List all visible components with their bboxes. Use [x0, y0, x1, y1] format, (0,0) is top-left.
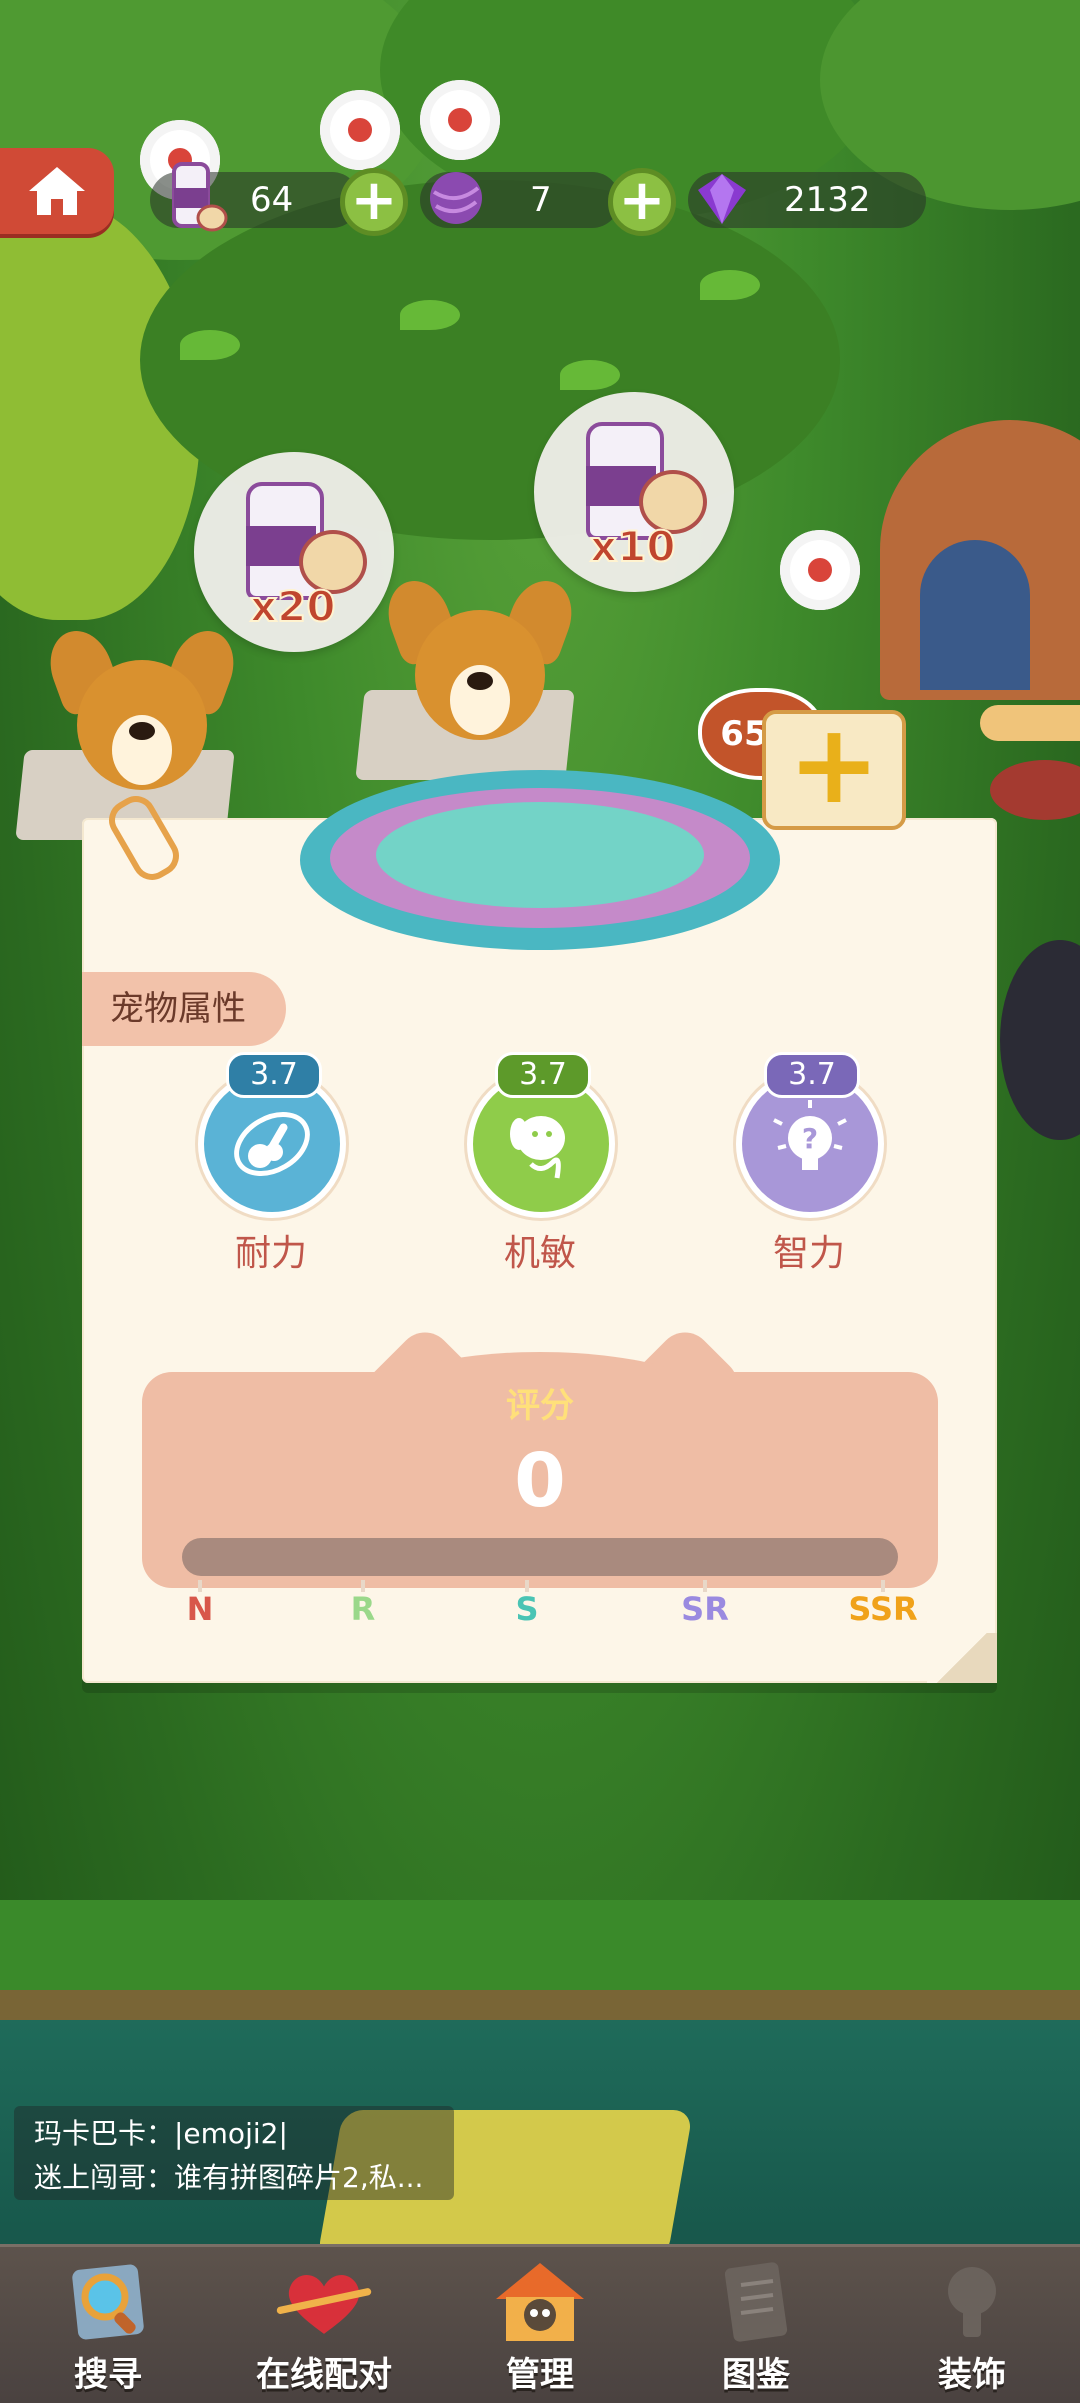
- nav-collection[interactable]: 图鉴: [648, 2247, 864, 2403]
- purple-gem-icon: [690, 166, 758, 246]
- rank-n: N: [186, 1590, 214, 1628]
- page-curl: [927, 1633, 997, 1683]
- milk-bottle-icon: [160, 156, 228, 236]
- decor-icon: [922, 2257, 1022, 2347]
- stat-value: 3.7: [226, 1052, 322, 1098]
- nav-label: 管理: [506, 2355, 574, 2395]
- nav-decor[interactable]: 装饰: [864, 2247, 1080, 2403]
- leaf: [400, 300, 460, 330]
- nav-label: 装饰: [938, 2355, 1006, 2395]
- add-pet-button[interactable]: +: [762, 709, 906, 830]
- corgi-dog[interactable]: [40, 622, 244, 800]
- chat-message: 玛卡巴卡：|emoji2|: [34, 2117, 288, 2150]
- stat-agility[interactable]: 3.7 机敏: [455, 1052, 625, 1282]
- leaf: [560, 360, 620, 390]
- nav-label: 搜寻: [74, 2355, 142, 2395]
- nav-online-match[interactable]: 在线配对: [216, 2247, 432, 2403]
- stat-name: 耐力: [234, 1233, 307, 1274]
- magnifier-icon: [58, 2257, 158, 2347]
- score-value: 0: [514, 1438, 566, 1524]
- food-bowl[interactable]: [990, 760, 1080, 820]
- nav-label: 图鉴: [722, 2355, 790, 2395]
- corgi-dog[interactable]: [378, 572, 582, 750]
- home-button[interactable]: [0, 148, 114, 234]
- house-icon: [490, 2257, 590, 2347]
- chat-message: 迷上闯哥：谁有拼图碎片2,私...: [34, 2161, 424, 2194]
- rank-ssr: SSR: [848, 1590, 918, 1628]
- dog-kennel[interactable]: [880, 420, 1080, 700]
- stat-name: 机敏: [503, 1233, 576, 1274]
- rank-sr: SR: [681, 1590, 729, 1628]
- gem-count: 2132: [784, 180, 871, 220]
- nav-label: 在线配对: [256, 2355, 392, 2395]
- pet-bed: [300, 770, 780, 950]
- stat-value: 3.7: [764, 1052, 860, 1098]
- yarn-count: 7: [530, 180, 552, 220]
- flower: [320, 90, 400, 170]
- chat-box[interactable]: 玛卡巴卡：|emoji2| 迷上闯哥：谁有拼图碎片2,私...: [14, 2106, 454, 2200]
- nav-manage[interactable]: 管理: [432, 2247, 648, 2403]
- section-title: 宠物属性: [82, 972, 286, 1046]
- stat-endurance[interactable]: 3.7 耐力: [186, 1052, 356, 1282]
- add-milk-button[interactable]: +: [340, 168, 408, 236]
- milk-count: 64: [250, 180, 294, 220]
- food-request-bubble[interactable]: x10: [534, 392, 734, 592]
- flower: [780, 530, 860, 610]
- yarn-ball-icon: [424, 166, 492, 246]
- stat-value: 3.7: [495, 1052, 591, 1098]
- bone: [980, 705, 1080, 741]
- black-dog[interactable]: [1000, 940, 1080, 1140]
- stat-intelligence[interactable]: ? 3.7 智力: [724, 1052, 894, 1282]
- leaf: [700, 270, 760, 300]
- add-yarn-button[interactable]: +: [608, 168, 676, 236]
- request-quantity: x20: [249, 581, 337, 632]
- flower: [420, 80, 500, 160]
- nav-search[interactable]: 搜寻: [0, 2247, 216, 2403]
- food-request-bubble[interactable]: x20: [194, 452, 394, 652]
- rank-r: R: [350, 1590, 376, 1628]
- book-icon: [706, 2257, 806, 2347]
- score-progress-bar: [182, 1538, 898, 1576]
- rank-s: S: [515, 1590, 539, 1628]
- home-icon: [29, 167, 85, 215]
- score-label: 评分: [506, 1386, 574, 1426]
- svg-text:?: ?: [802, 1122, 818, 1155]
- stat-name: 智力: [772, 1233, 845, 1274]
- leaf: [180, 330, 240, 360]
- bottom-nav: 搜寻 在线配对 管理 图鉴 装饰: [0, 2244, 1080, 2403]
- request-quantity: x10: [589, 521, 677, 572]
- heart-icon: [274, 2257, 374, 2347]
